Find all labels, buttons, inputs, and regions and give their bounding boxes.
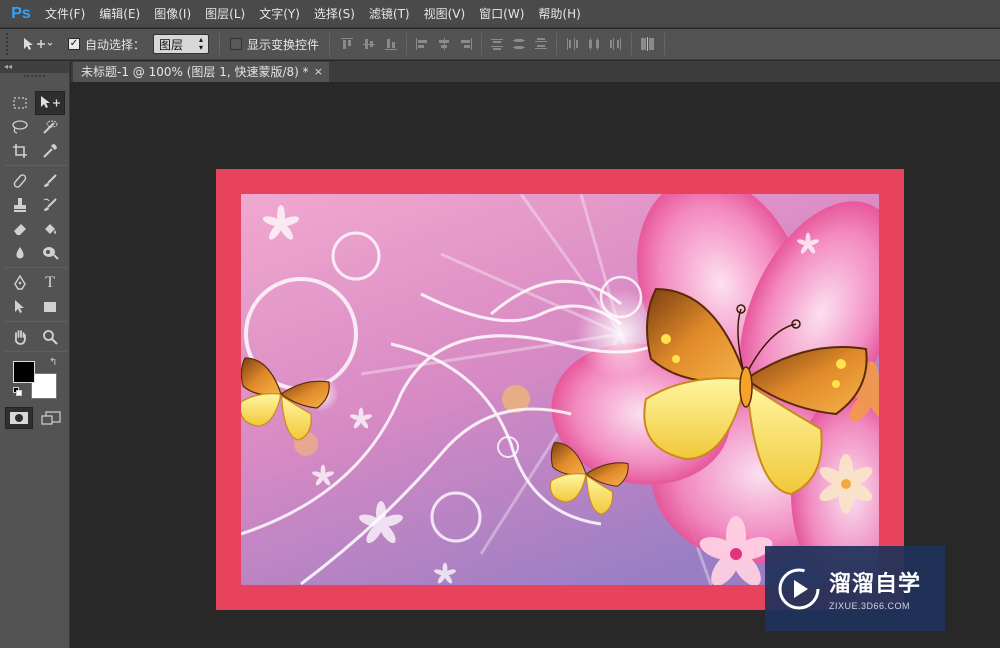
tool-grid: T ↰ [5,91,67,433]
play-logo-icon [778,568,820,609]
align-buttons [340,37,398,51]
tools-panel: ◂◂ T ↰ [0,61,70,648]
menu-bar: Ps 文件(F) 编辑(E) 图像(I) 图层(L) 文字(Y) 选择(S) 滤… [0,0,1000,28]
tool-separator [5,351,67,352]
photoshop-window: Ps 文件(F) 编辑(E) 图像(I) 图层(L) 文字(Y) 选择(S) 滤… [0,0,1000,648]
type-tool-icon[interactable]: T [35,271,65,295]
auto-align-layers-icon[interactable] [640,37,656,51]
menu-select[interactable]: 选择(S) [307,0,362,28]
menu-filter[interactable]: 滤镜(T) [362,0,417,28]
quick-mask-mode-icon[interactable] [5,407,33,429]
distribute-vcenter-icon[interactable] [512,37,526,51]
default-colors-icon[interactable] [13,387,23,397]
auto-select-value: 图层 [159,37,184,52]
align-right-edges-icon[interactable] [459,37,473,51]
rectangle-tool-icon[interactable] [35,295,65,319]
align-horizontal-buttons [415,37,473,51]
watermark-name: 溜溜自学 [829,572,922,597]
paint-bucket-tool-icon[interactable] [35,217,65,241]
document-tab-bar: 未标题-1 @ 100% (图层 1, 快速蒙版/8) * × [71,61,1000,82]
menu-edit[interactable]: 编辑(E) [92,0,147,28]
distribute-left-icon[interactable] [565,37,579,51]
pen-tool-icon[interactable] [5,271,35,295]
show-transform-checkbox[interactable] [230,38,243,50]
options-separator [219,33,221,55]
menu-help[interactable]: 帮助(H) [531,0,587,28]
eraser-tool-icon[interactable] [5,217,35,241]
menu-image[interactable]: 图像(I) [147,0,198,28]
align-bottom-edges-icon[interactable] [384,37,398,51]
zoom-tool-icon[interactable] [35,325,65,349]
brush-tool-icon[interactable] [35,169,65,193]
align-vertical-centers-icon[interactable] [362,37,376,51]
dodge-tool-icon[interactable] [35,241,65,265]
close-icon[interactable]: × [314,62,323,82]
options-bar-grip[interactable] [6,33,12,55]
options-separator [631,33,633,55]
lasso-tool-icon[interactable] [5,115,35,139]
menu-file[interactable]: 文件(F) [38,0,92,28]
distribute-bottom-icon[interactable] [534,37,548,51]
rectangular-marquee-tool-icon[interactable] [5,91,35,115]
options-separator [556,33,558,55]
tool-separator [5,165,67,166]
distribute-vertical-buttons [490,37,548,51]
mask-mode-row [5,407,67,433]
watermark-badge: 溜溜自学 ZIXUE.3D66.COM [765,546,945,631]
tool-separator [5,267,67,268]
show-transform-label: 显示变换控件 [247,37,320,52]
move-tool-preset-picker[interactable] [22,37,62,51]
auto-select-label: 自动选择： [85,37,146,52]
spot-healing-brush-tool-icon[interactable] [5,169,35,193]
align-horizontal-centers-icon[interactable] [437,37,451,51]
align-left-edges-icon[interactable] [415,37,429,51]
options-separator [481,33,483,55]
updown-arrow-icon: ▴ ▾ [199,35,204,52]
move-tool-icon [24,38,52,50]
tool-separator [5,321,67,322]
clone-stamp-tool-icon[interactable] [5,193,35,217]
document-canvas[interactable] [216,169,904,610]
tools-panel-grip[interactable] [24,75,45,83]
distribute-right-icon[interactable] [609,37,623,51]
quick-selection-tool-icon[interactable] [35,115,65,139]
foreground-color-swatch[interactable] [13,361,35,383]
tools-panel-collapse[interactable]: ◂◂ [0,61,69,73]
distribute-hcenter-icon[interactable] [587,37,601,51]
document-tab-title: 未标题-1 @ 100% (图层 1, 快速蒙版/8) * [81,65,309,79]
swap-colors-icon[interactable]: ↰ [49,357,57,368]
hand-tool-icon[interactable] [5,325,35,349]
menu-type[interactable]: 文字(Y) [252,0,307,28]
options-bar: ✓ 自动选择： 图层 ▴ ▾ 显示变换控件 [0,29,1000,60]
distribute-top-icon[interactable] [490,37,504,51]
color-swatches: ↰ [5,355,67,407]
menu-window[interactable]: 窗口(W) [472,0,531,28]
blur-tool-icon[interactable] [5,241,35,265]
path-selection-tool-icon[interactable] [5,295,35,319]
menu-view[interactable]: 视图(V) [417,0,473,28]
history-brush-tool-icon[interactable] [35,193,65,217]
distribute-horizontal-buttons [565,37,623,51]
crop-tool-icon[interactable] [5,139,35,163]
auto-select-checkbox[interactable]: ✓ [68,38,80,50]
auto-select-dropdown[interactable]: 图层 ▴ ▾ [153,34,210,54]
document-tab[interactable]: 未标题-1 @ 100% (图层 1, 快速蒙版/8) * × [73,62,329,82]
align-top-edges-icon[interactable] [340,37,354,51]
options-separator [664,33,666,55]
butterfly-artwork [241,194,879,585]
screen-mode-icon[interactable] [37,407,65,429]
options-separator [406,33,408,55]
eyedropper-tool-icon[interactable] [35,139,65,163]
watermark-url: ZIXUE.3D66.COM [829,601,911,611]
menu-layer[interactable]: 图层(L) [198,0,252,28]
options-separator [329,33,331,55]
move-tool-button-icon[interactable] [35,91,65,115]
photoshop-logo: Ps [11,4,31,22]
